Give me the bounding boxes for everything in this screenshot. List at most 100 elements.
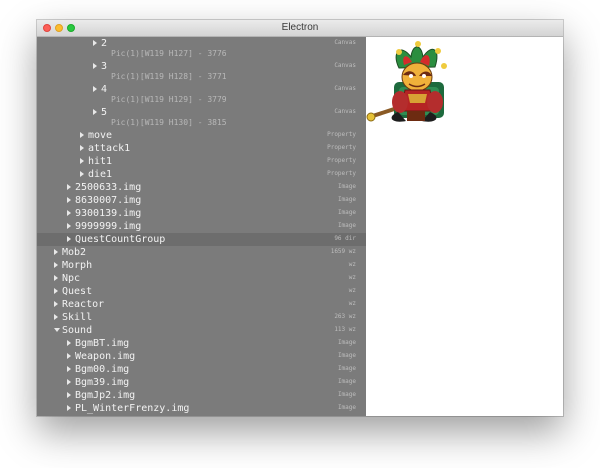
tree-row[interactable]: 2 Canvas Pic(1)[W119 H127] - 3776 — [37, 37, 366, 60]
tree-row[interactable]: Sound 113 wz — [37, 324, 366, 337]
caret-right-icon[interactable] — [93, 109, 97, 115]
tree-item-label: hit1 — [88, 156, 113, 167]
tree-row[interactable]: BgmJp2.img Image — [37, 389, 366, 402]
tree-item-label: Sound — [62, 325, 93, 336]
tree-row[interactable]: BgmBT.img Image — [37, 337, 366, 350]
tree-row[interactable]: 2500633.img Image — [37, 181, 366, 194]
tree-item-label: Skill — [62, 312, 93, 323]
app-window: Electron 2 Canvas Pic(1)[W119 H127] - 3776… — [37, 20, 563, 416]
tree-item-type: 96 dir — [334, 235, 356, 242]
tree-row[interactable]: 3 Canvas Pic(1)[W119 H128] - 3771 — [37, 60, 366, 83]
tree-item-label: Mob2 — [62, 247, 87, 258]
tree-item-type: Image — [337, 196, 356, 203]
tree-item-type: Canvas — [334, 85, 356, 92]
caret-right-icon[interactable] — [93, 40, 97, 46]
tree-item-label: Weapon.img — [75, 351, 136, 362]
tree-item-label: PL_WinterFrenzy.img — [75, 403, 190, 414]
tree-item-label: Bgm39.img — [75, 377, 130, 388]
tree-item-details: Pic(1)[W119 H128] - 3771 — [111, 72, 227, 81]
title-bar[interactable]: Electron — [37, 20, 563, 37]
tree-row[interactable]: 9300139.img Image — [37, 207, 366, 220]
tree-item-label: 4 — [101, 84, 108, 95]
caret-right-icon[interactable] — [67, 366, 71, 372]
tree-row[interactable]: hit1 Property — [37, 155, 366, 168]
caret-right-icon[interactable] — [93, 86, 97, 92]
tree-row[interactable]: PL_WinterFrenzy.img Image — [37, 402, 366, 415]
tree-item-type: Image — [337, 378, 356, 385]
file-tree[interactable]: 2 Canvas Pic(1)[W119 H127] - 3776 3 Canvas Pi… — [37, 37, 366, 416]
tree-row[interactable]: 5 Canvas Pic(1)[W119 H130] - 3815 — [37, 106, 366, 129]
tree-item-type: Image — [337, 183, 356, 190]
window-title: Electron — [281, 22, 319, 33]
tree-item-type: Property — [327, 170, 356, 177]
tree-item-type: Image — [337, 222, 356, 229]
tree-row[interactable]: attack1 Property — [37, 142, 366, 155]
jester-monster-sprite-icon — [366, 41, 447, 122]
caret-right-icon[interactable] — [54, 288, 58, 294]
tree-item-label: BgmJp2.img — [75, 390, 136, 401]
tree-row[interactable]: Bgm39.img Image — [37, 376, 366, 389]
caret-right-icon[interactable] — [80, 171, 84, 177]
caret-right-icon[interactable] — [80, 158, 84, 164]
tree-item-type: Image — [337, 339, 356, 346]
caret-right-icon[interactable] — [67, 210, 71, 216]
tree-item-type: 1659 wz — [330, 248, 356, 255]
tree-row[interactable]: Weapon.img Image — [37, 350, 366, 363]
caret-right-icon[interactable] — [54, 249, 58, 255]
caret-right-icon[interactable] — [54, 262, 58, 268]
tree-row[interactable]: 8630007.img Image — [37, 194, 366, 207]
tree-item-type: wz — [348, 274, 356, 281]
tree-item-label: QuestCountGroup — [75, 234, 166, 245]
tree-item-label: 3 — [101, 61, 108, 72]
tree-row[interactable]: 4 Canvas Pic(1)[W119 H129] - 3779 — [37, 83, 366, 106]
caret-right-icon[interactable] — [80, 145, 84, 151]
caret-right-icon[interactable] — [67, 379, 71, 385]
caret-right-icon[interactable] — [54, 275, 58, 281]
caret-right-icon[interactable] — [80, 132, 84, 138]
tree-item-type: Property — [327, 144, 356, 151]
caret-right-icon[interactable] — [67, 184, 71, 190]
caret-right-icon[interactable] — [67, 392, 71, 398]
caret-right-icon[interactable] — [67, 405, 71, 411]
tree-item-label: die1 — [88, 169, 113, 180]
tree-item-label: Morph — [62, 260, 93, 271]
tree-item-details: Pic(1)[W119 H127] - 3776 — [111, 49, 227, 58]
caret-right-icon[interactable] — [93, 63, 97, 69]
caret-right-icon[interactable] — [67, 236, 71, 242]
tree-row[interactable]: Quest wz — [37, 285, 366, 298]
caret-right-icon[interactable] — [67, 353, 71, 359]
tree-row[interactable]: move Property — [37, 129, 366, 142]
tree-row[interactable]: Morph wz — [37, 259, 366, 272]
tree-row[interactable]: 9999999.img Image — [37, 220, 366, 233]
tree-item-label: Quest — [62, 286, 93, 297]
tree-row[interactable]: die1 Property — [37, 168, 366, 181]
tree-row[interactable]: Bgm00.img Image — [37, 363, 366, 376]
tree-item-label: 5 — [101, 107, 108, 118]
caret-down-icon[interactable] — [54, 328, 60, 332]
tree-item-type: wz — [348, 261, 356, 268]
tree-item-label: 9300139.img — [75, 208, 142, 219]
tree-item-type: Property — [327, 131, 356, 138]
caret-right-icon[interactable] — [67, 340, 71, 346]
tree-item-label: 8630007.img — [75, 195, 142, 206]
caret-right-icon[interactable] — [54, 301, 58, 307]
tree-item-type: Canvas — [334, 39, 356, 46]
tree-item-type: Image — [337, 209, 356, 216]
caret-right-icon[interactable] — [54, 314, 58, 320]
preview-pane — [366, 37, 563, 416]
tree-item-type: Image — [337, 352, 356, 359]
caret-right-icon[interactable] — [67, 223, 71, 229]
tree-item-type: wz — [348, 287, 356, 294]
caret-right-icon[interactable] — [67, 197, 71, 203]
tree-row[interactable]: Skill 263 wz — [37, 311, 366, 324]
tree-item-label: BgmBT.img — [75, 338, 130, 349]
tree-row[interactable]: Reactor wz — [37, 298, 366, 311]
tree-row[interactable]: QuestCountGroup 96 dir — [37, 233, 366, 246]
tree-item-label: attack1 — [88, 143, 131, 154]
tree-item-label: Reactor — [62, 299, 105, 310]
tree-item-type: Canvas — [334, 108, 356, 115]
tree-item-label: Bgm00.img — [75, 364, 130, 375]
tree-row[interactable]: Npc wz — [37, 272, 366, 285]
tree-item-type: 263 wz — [334, 313, 356, 320]
tree-row[interactable]: Mob2 1659 wz — [37, 246, 366, 259]
